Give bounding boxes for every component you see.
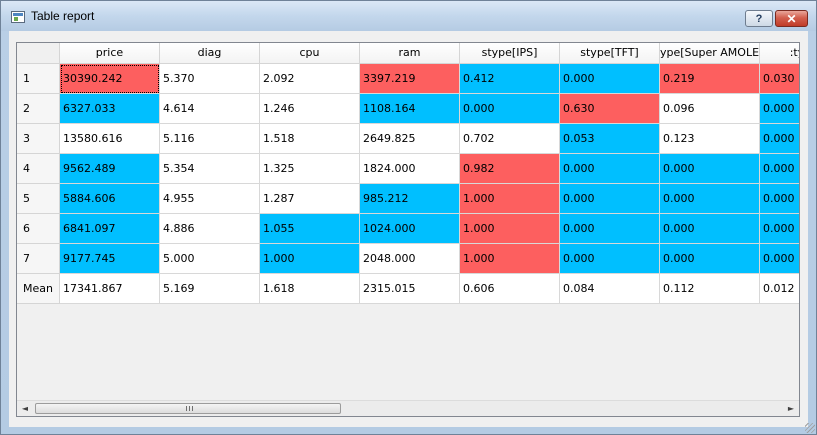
table-cell[interactable]: 1108.164 (360, 94, 460, 124)
column-header[interactable]: stype[TFT] (560, 43, 660, 64)
table-cell[interactable]: 0.123 (660, 124, 760, 154)
table-cell[interactable]: 9562.489 (60, 154, 160, 184)
table-cell[interactable]: 0.000 (760, 184, 799, 214)
table-cell[interactable]: 0.702 (460, 124, 560, 154)
table-cell[interactable]: 0.012 (760, 274, 799, 304)
table-corner[interactable] (17, 43, 60, 64)
scrollbar-thumb[interactable] (35, 403, 341, 414)
column-header[interactable]: diag (160, 43, 260, 64)
table-cell[interactable]: 0.112 (660, 274, 760, 304)
table-cell[interactable]: 0.000 (760, 244, 799, 274)
table-cell[interactable]: 1.000 (460, 214, 560, 244)
column-header[interactable]: ram (360, 43, 460, 64)
table-cell[interactable]: 4.886 (160, 214, 260, 244)
table-cell[interactable]: 1.287 (260, 184, 360, 214)
window-app-icon (11, 11, 25, 23)
table-cell[interactable]: 0.000 (560, 64, 660, 94)
table-cell[interactable]: 0.000 (760, 154, 799, 184)
table-cell[interactable]: 2.092 (260, 64, 360, 94)
table-cell[interactable]: 2315.015 (360, 274, 460, 304)
horizontal-scrollbar[interactable]: ◄ ► (17, 400, 799, 416)
scroll-left-icon[interactable]: ◄ (17, 401, 33, 416)
table-cell[interactable]: 0.000 (760, 124, 799, 154)
table-cell[interactable]: 1.518 (260, 124, 360, 154)
table-cell[interactable]: 0.000 (560, 214, 660, 244)
table-cell[interactable]: 0.000 (560, 184, 660, 214)
table-cell[interactable]: 13580.616 (60, 124, 160, 154)
table-cell[interactable]: 5884.606 (60, 184, 160, 214)
row-header[interactable]: Mean (17, 274, 60, 304)
table-cell[interactable]: 985.212 (360, 184, 460, 214)
table-cell[interactable]: 5.000 (160, 244, 260, 274)
table-cell[interactable]: 0.000 (660, 154, 760, 184)
column-header[interactable]: cpu (260, 43, 360, 64)
table-cell[interactable]: 0.053 (560, 124, 660, 154)
table-cell[interactable]: 1.618 (260, 274, 360, 304)
column-header[interactable]: price (60, 43, 160, 64)
table-cell[interactable]: 1.000 (460, 184, 560, 214)
table-cell[interactable]: 1.246 (260, 94, 360, 124)
table-cell[interactable]: 0.000 (460, 94, 560, 124)
table-cell[interactable]: 4.955 (160, 184, 260, 214)
table-cell[interactable]: 6841.097 (60, 214, 160, 244)
close-button[interactable]: ✕ (775, 10, 808, 27)
table-cell[interactable]: 2048.000 (360, 244, 460, 274)
table-cell[interactable]: 0.000 (660, 214, 760, 244)
report-table: price diag cpu ram stype[IPS] stype[TFT] ype[S… (16, 42, 800, 417)
table-cell[interactable]: 1.000 (260, 244, 360, 274)
table-cell[interactable]: 2649.825 (360, 124, 460, 154)
table-cell[interactable]: 1824.000 (360, 154, 460, 184)
table-cell[interactable]: 0.000 (560, 244, 660, 274)
table-cell[interactable]: 0.412 (460, 64, 560, 94)
title-bar[interactable]: Table report ? ✕ (1, 1, 816, 31)
column-header[interactable]: :type[S (760, 43, 799, 64)
column-header[interactable]: stype[IPS] (460, 43, 560, 64)
table-cell[interactable]: 0.606 (460, 274, 560, 304)
table-cell[interactable]: 0.000 (660, 184, 760, 214)
table-cell[interactable]: 1.055 (260, 214, 360, 244)
window-client-area: price diag cpu ram stype[IPS] stype[TFT] ype[S… (9, 31, 808, 427)
column-header[interactable]: ype[Super AMOLE (660, 43, 760, 64)
row-header[interactable]: 3 (17, 124, 60, 154)
table-cell[interactable]: 5.354 (160, 154, 260, 184)
row-header[interactable]: 6 (17, 214, 60, 244)
window-title: Table report (31, 9, 95, 23)
table-cell[interactable]: 0.219 (660, 64, 760, 94)
table-cell[interactable]: 9177.745 (60, 244, 160, 274)
table-cell[interactable]: 0.982 (460, 154, 560, 184)
table-cell[interactable]: 0.000 (660, 244, 760, 274)
table-cell[interactable]: 0.000 (760, 214, 799, 244)
table-cell[interactable]: 0.096 (660, 94, 760, 124)
table-cell[interactable]: 1.325 (260, 154, 360, 184)
table-cell[interactable]: 4.614 (160, 94, 260, 124)
table-cell[interactable]: 0.000 (560, 154, 660, 184)
row-header[interactable]: 4 (17, 154, 60, 184)
table-cell[interactable]: 0.084 (560, 274, 660, 304)
row-header[interactable]: 7 (17, 244, 60, 274)
grip-icon (186, 406, 193, 411)
table-cell[interactable]: 5.116 (160, 124, 260, 154)
scroll-right-icon[interactable]: ► (783, 401, 799, 416)
table-cell[interactable]: 0.000 (760, 94, 799, 124)
table-cell[interactable]: 1024.000 (360, 214, 460, 244)
table-cell[interactable]: 6327.033 (60, 94, 160, 124)
table-cell[interactable]: 3397.219 (360, 64, 460, 94)
table-cell[interactable]: 30390.242 (60, 64, 160, 94)
table-cell[interactable]: 5.370 (160, 64, 260, 94)
table-cell[interactable]: 1.000 (460, 244, 560, 274)
table-cell[interactable]: 0.630 (560, 94, 660, 124)
table-cell[interactable]: 5.169 (160, 274, 260, 304)
help-button[interactable]: ? (745, 10, 773, 27)
table-report-window: Table report ? ✕ price diag cpu ram stype[IP… (0, 0, 817, 435)
row-header[interactable]: 1 (17, 64, 60, 94)
row-header[interactable]: 2 (17, 94, 60, 124)
table-cell[interactable]: 17341.867 (60, 274, 160, 304)
row-header[interactable]: 5 (17, 184, 60, 214)
table-viewport[interactable]: price diag cpu ram stype[IPS] stype[TFT] ype[S… (17, 43, 799, 400)
table-cell[interactable]: 0.030 (760, 64, 799, 94)
resize-grip-icon[interactable] (805, 423, 815, 433)
